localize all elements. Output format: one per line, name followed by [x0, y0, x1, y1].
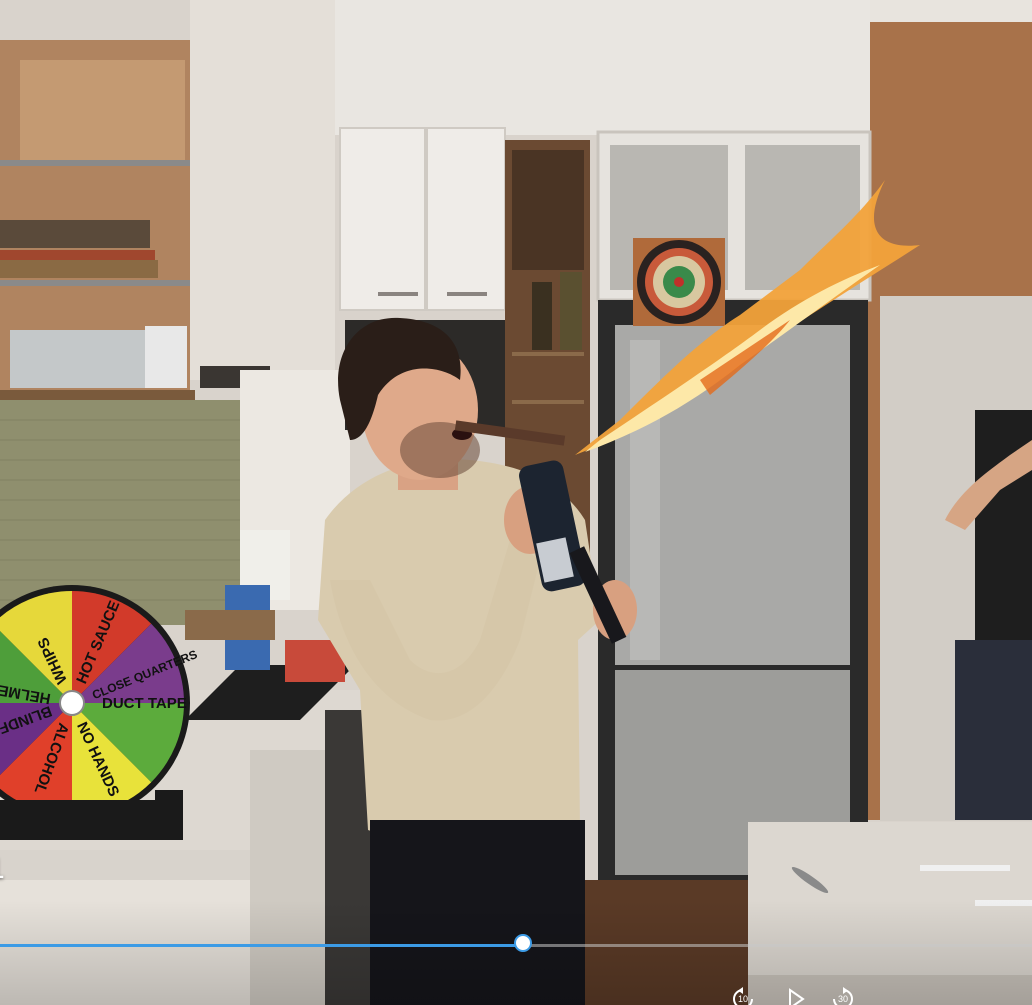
playback-controls: 10 30	[728, 986, 868, 1005]
play-button[interactable]	[782, 986, 808, 1005]
seek-bar-progress	[0, 944, 523, 947]
svg-text:DUCT TAPE: DUCT TAPE	[102, 695, 187, 712]
skip-forward-button[interactable]: 30	[830, 986, 856, 1005]
video-frame: HOT SAUCE CLOSE QUARTERS DUCT TAPE NO HA…	[0, 0, 1032, 1005]
skip-forward-label: 30	[837, 994, 848, 1004]
video-player[interactable]: HOT SAUCE CLOSE QUARTERS DUCT TAPE NO HA…	[0, 0, 1032, 1005]
play-icon	[789, 988, 805, 1005]
skip-back-button[interactable]: 10	[730, 986, 756, 1005]
seek-bar-thumb[interactable]	[514, 934, 532, 952]
current-time-label: 1	[0, 852, 5, 886]
skip-back-label: 10	[737, 994, 748, 1004]
